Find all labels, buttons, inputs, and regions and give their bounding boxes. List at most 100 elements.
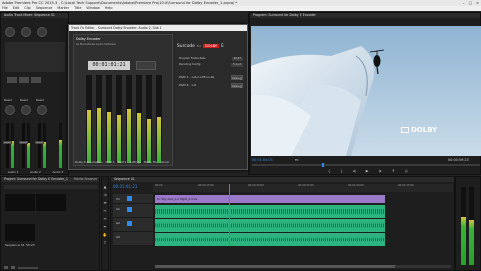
project-thumbnail[interactable] <box>5 194 35 211</box>
volume-knob[interactable] <box>37 105 47 115</box>
program-duration: 00:00:59:23 <box>448 158 469 162</box>
tab-about[interactable]: About <box>160 160 168 164</box>
text-tool-icon[interactable]: T <box>104 241 106 245</box>
channel-fader-track <box>38 123 41 168</box>
hand-tool-icon[interactable]: ✋ <box>103 233 107 237</box>
tab-dolby-e-parameters[interactable]: Dolby E Parameters <box>75 160 103 164</box>
ruler-tick: 00:00:15:00 <box>198 184 214 187</box>
transport-area[interactable] <box>136 61 156 70</box>
export-frame-icon[interactable]: ◎ <box>405 169 408 174</box>
ripple-edit-tool-icon[interactable]: ⇹ <box>103 201 106 205</box>
razor-tool-icon[interactable]: ✂ <box>103 209 106 213</box>
pan-knob[interactable] <box>37 27 47 37</box>
project-thumbnail[interactable] <box>36 194 66 211</box>
mixer-tab-bar: Audio Track Mixer: Sequence 01 <box>1 13 68 18</box>
read-label[interactable]: Read <box>20 98 28 102</box>
menu-help[interactable]: Help <box>105 6 113 11</box>
lift-icon[interactable]: ⇞ <box>392 169 395 174</box>
channel-fader[interactable] <box>35 141 44 144</box>
audio-clip-a2[interactable] <box>155 219 385 232</box>
track-target-toggle[interactable] <box>127 196 132 201</box>
read-label[interactable]: Read <box>36 98 44 102</box>
track-select-tool-icon[interactable]: ⇉ <box>103 193 106 197</box>
menu-edit[interactable]: Edit <box>13 6 20 11</box>
timeline-timecode[interactable]: 00:01:01:21 <box>113 184 137 189</box>
selection-tool-icon[interactable]: ▲ <box>104 185 107 189</box>
icon-view-icon[interactable] <box>11 266 15 269</box>
plugin-meter <box>106 75 112 163</box>
track-target-toggle[interactable] <box>127 221 132 226</box>
field-value[interactable]: 29.97 <box>231 57 243 61</box>
menu-sequence[interactable]: Sequence <box>36 6 53 11</box>
tab-audio-track-mixer[interactable]: Audio Track Mixer: Sequence 01 <box>4 13 55 18</box>
program-scrubber[interactable] <box>252 163 480 167</box>
pan-knob[interactable] <box>5 27 15 37</box>
program-dialog-button[interactable]: Dialog <box>231 75 243 80</box>
play-icon[interactable]: ▶ <box>366 169 369 174</box>
mark-in-icon[interactable]: { <box>328 169 330 174</box>
step-back-icon[interactable]: ◂| <box>353 169 356 174</box>
solo-button[interactable] <box>19 77 29 83</box>
playhead-marker[interactable] <box>322 163 324 167</box>
project-search-input[interactable] <box>4 185 98 189</box>
brand-name: Dolby Encoder <box>76 37 101 41</box>
channel-fader[interactable] <box>3 141 12 144</box>
menu-file[interactable]: File <box>2 6 8 11</box>
field-value[interactable]: 5.1+2 <box>231 63 243 67</box>
audio-clip-a3[interactable] <box>155 233 385 246</box>
mixer-effects-area[interactable] <box>5 42 65 72</box>
channel-fader-track <box>22 123 25 168</box>
menu-window[interactable]: Window <box>86 6 99 11</box>
tab-project[interactable]: Project: Surround for Dolby E Encoder_1 <box>4 177 68 182</box>
tools-panel: ▲ ⇉ ⇹ ✂ ↔ ✒ ✋ T <box>101 176 109 271</box>
tab-pgm-2[interactable]: PGM 2 <box>118 160 127 164</box>
tab-meter-fils[interactable]: Meter Fils <box>144 160 157 164</box>
list-view-icon[interactable] <box>4 266 8 269</box>
record-button[interactable] <box>31 77 41 83</box>
volume-knob[interactable] <box>5 105 15 115</box>
timeline-scrollbar[interactable] <box>155 265 451 268</box>
audio-meter-left <box>461 187 466 265</box>
menu-clip[interactable]: Clip <box>24 6 30 11</box>
mute-button[interactable] <box>7 77 17 83</box>
ruler-tick: 00:00:30:00 <box>248 184 264 187</box>
plugin-meter <box>116 75 122 163</box>
project-thumbnail[interactable] <box>5 224 35 241</box>
pan-knob[interactable] <box>21 27 31 37</box>
plugin-meters <box>82 75 166 165</box>
step-forward-icon[interactable]: |▸ <box>379 169 382 174</box>
audio-clip-a1[interactable] <box>155 205 385 218</box>
waveform-icon <box>155 238 385 241</box>
scrollbar-thumb[interactable] <box>155 265 395 268</box>
read-label[interactable]: Read <box>4 98 12 102</box>
video-clip[interactable]: fx: Sky dive_b 2 flight_1.mov <box>155 195 385 203</box>
tab-sequence[interactable]: Sequence 01 <box>114 177 135 182</box>
menu-marker[interactable]: Marker <box>57 6 69 11</box>
timeline-playhead[interactable] <box>229 184 230 246</box>
zoom-slider[interactable] <box>18 267 38 269</box>
timeline-panel: Sequence 01 00:01:01:21 00:00 00:00:15:0… <box>110 176 455 271</box>
program-dialog-button[interactable]: Dialog <box>231 83 243 88</box>
slip-tool-icon[interactable]: ↔ <box>103 217 106 221</box>
plugin-meter <box>86 75 92 163</box>
plugin-meter <box>126 75 132 163</box>
program-tab-bar: Program: Surround for Dolby E Encoder <box>250 13 480 18</box>
program-row: PGM 1 - L,R,C,LFE,Ls,Rs Dialog <box>179 75 243 80</box>
mark-out-icon[interactable]: } <box>340 169 342 174</box>
tab-program[interactable]: Program: Surround for Dolby E Encoder <box>253 13 316 18</box>
dolby-watermark: DOLBY <box>401 126 437 134</box>
video-frame: DOLBY <box>251 26 481 156</box>
volume-knob[interactable] <box>21 105 31 115</box>
tab-media-browser[interactable]: Media Browser <box>74 177 98 182</box>
timeline-ruler[interactable]: 00:00 00:00:15:00 00:00:30:00 00:00:45:0… <box>153 184 453 192</box>
track-target-toggle[interactable] <box>127 207 132 212</box>
pen-tool-icon[interactable]: ✒ <box>103 225 106 229</box>
fit-dropdown[interactable]: Fit <box>295 158 299 162</box>
tab-settings[interactable]: Settings <box>130 160 141 164</box>
channel-fader[interactable] <box>19 141 28 144</box>
menu-title[interactable]: Title <box>74 6 81 11</box>
ruler-tick: 00:01:15:00 <box>398 184 414 187</box>
program-timecode[interactable]: 00:01:04:05 <box>252 158 273 162</box>
field-label: Program Frame Rate <box>179 57 206 60</box>
tab-pgm-1[interactable]: PGM 1 <box>106 160 115 164</box>
